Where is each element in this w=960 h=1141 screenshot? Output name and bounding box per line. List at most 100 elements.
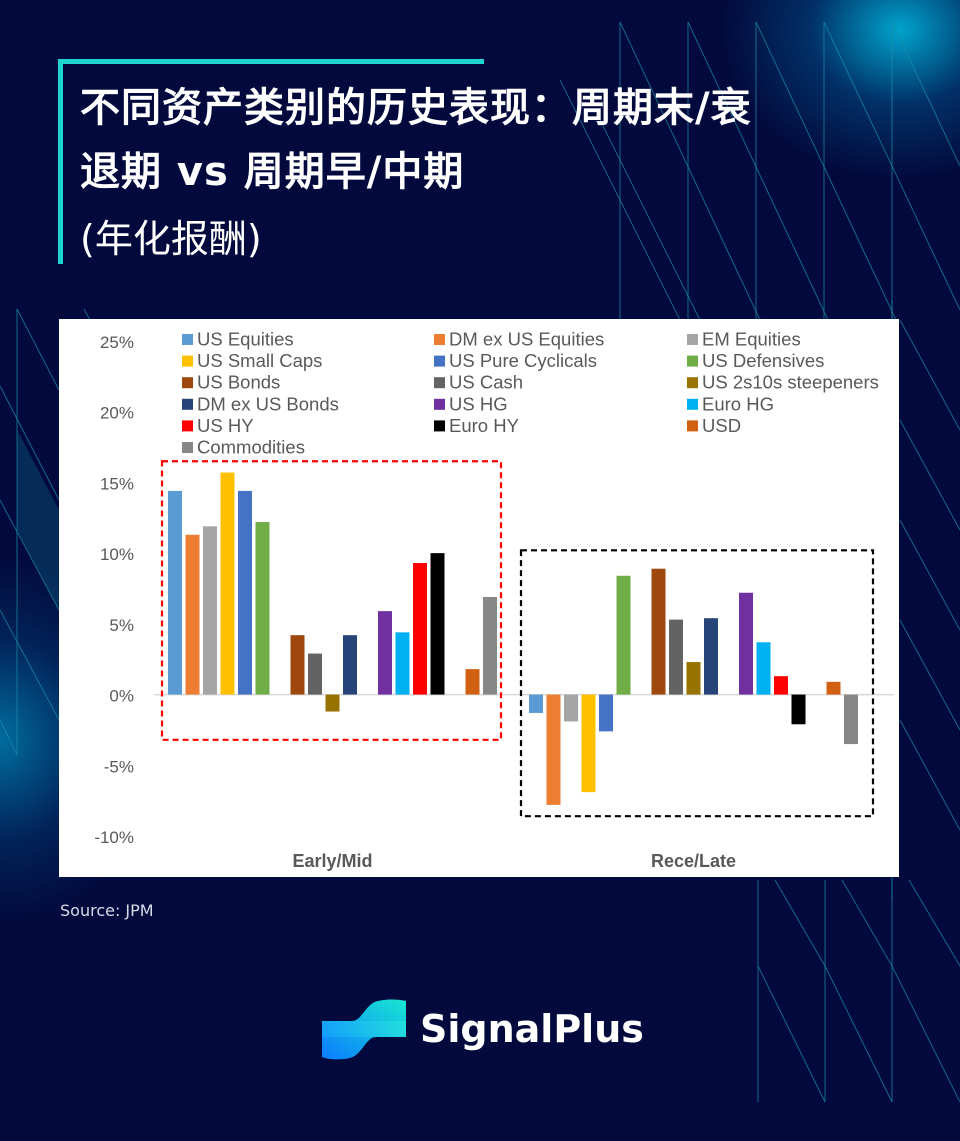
bar-usd <box>465 669 480 695</box>
legend-label: Euro HY <box>449 415 519 436</box>
legend-label: EM Equities <box>702 329 801 350</box>
legend-swatch <box>687 398 698 410</box>
legend-label: US Pure Cyclicals <box>449 350 597 371</box>
bar-commodities <box>844 694 858 745</box>
legend-item: EM Equities <box>687 329 801 350</box>
bar-us-hg <box>378 611 392 695</box>
bar-commodities <box>483 596 497 695</box>
bar-us-small-caps <box>220 472 235 695</box>
bar-group-early-mid <box>168 472 497 712</box>
legend-item: Euro HG <box>687 393 774 414</box>
bar-us-small-caps <box>581 694 596 793</box>
legend-item: US HY <box>182 415 254 436</box>
page-subtitle: (年化报酬) <box>80 217 262 261</box>
legend-item: Euro HY <box>434 415 519 436</box>
x-category-label: Rece/Late <box>651 851 736 871</box>
bar-usd <box>826 681 841 695</box>
bar-euro-hg <box>756 642 771 695</box>
bar-us-bonds <box>290 635 305 695</box>
legend-label: US Defensives <box>702 350 824 371</box>
legend-item: US 2s10s steepeners <box>687 372 879 393</box>
bar-dm-ex-us-equities <box>546 694 561 805</box>
y-tick-label: 0% <box>109 687 134 706</box>
legend-label: US Small Caps <box>197 350 322 371</box>
chart-card: 25% 20% 15% 10% 5% 0% -5% -10% Early/Mid Rece/La… <box>59 319 899 877</box>
legend-swatch <box>182 334 193 345</box>
y-tick-label: -5% <box>104 757 134 776</box>
legend-swatch <box>182 442 193 453</box>
title-line-1: 不同资产类别的历史表现：周期末/衰 <box>80 85 752 131</box>
legend-label: DM ex US Bonds <box>197 393 339 414</box>
x-category-label: Early/Mid <box>292 851 372 871</box>
y-axis: 25% 20% 15% 10% 5% 0% -5% -10% <box>94 333 134 847</box>
legend-swatch <box>182 377 193 389</box>
bar-euro-hy <box>430 553 445 695</box>
legend-label: Commodities <box>197 437 305 458</box>
legend: US Equities DM ex US Equities EM EquitiesU… <box>182 329 879 458</box>
legend-label: USD <box>702 415 741 436</box>
bar-us-defensives <box>255 522 270 695</box>
legend-item: DM ex US Equities <box>434 329 604 350</box>
legend-swatch <box>687 334 698 345</box>
bar-em-equities <box>203 526 217 695</box>
bar-dm-ex-us-bonds <box>343 635 357 695</box>
source-note: Source: JPM <box>60 901 154 920</box>
legend-swatch <box>434 398 445 410</box>
bar-chart: 25% 20% 15% 10% 5% 0% -5% -10% Early/Mid Rece/La… <box>94 329 894 871</box>
bar-us-hg <box>739 592 753 695</box>
legend-label: US Bonds <box>197 372 280 393</box>
legend-swatch <box>434 377 445 389</box>
y-tick-label: -10% <box>94 828 134 847</box>
bar-euro-hg <box>395 632 410 695</box>
legend-swatch <box>687 420 698 432</box>
bar-us-hy <box>413 563 427 695</box>
legend-item: US Cash <box>434 372 523 393</box>
bar-dm-ex-us-equities <box>185 534 200 695</box>
title-line-2: 退期 vs 周期早/中期 <box>80 149 465 195</box>
bar-us-2s10s-steepeners <box>686 662 701 695</box>
y-tick-label: 10% <box>100 545 134 564</box>
signalplus-logo-icon <box>322 999 406 1060</box>
bar-us-2s10s-steepeners <box>325 694 340 712</box>
bar-us-cash <box>308 653 322 695</box>
page-title: 不同资产类别的历史表现：周期末/衰 退期 vs 周期早/中期 <box>80 76 900 204</box>
legend-item: DM ex US Bonds <box>182 393 339 414</box>
legend-label: Euro HG <box>702 393 774 414</box>
legend-item: US Equities <box>182 329 294 350</box>
legend-item: US Defensives <box>687 350 824 371</box>
bar-group-rece-late <box>529 568 858 805</box>
bar-us-cash <box>669 619 683 695</box>
bar-us-bonds <box>651 568 666 695</box>
legend-swatch <box>182 355 193 367</box>
y-tick-label: 25% <box>100 333 134 352</box>
legend-item: Commodities <box>182 437 305 458</box>
legend-label: DM ex US Equities <box>449 329 604 350</box>
bar-us-pure-cyclicals <box>599 694 613 732</box>
bars <box>168 472 858 805</box>
y-tick-label: 15% <box>100 474 134 493</box>
bar-us-defensives <box>616 575 631 695</box>
y-tick-label: 20% <box>100 404 134 423</box>
x-axis-labels: Early/Mid Rece/Late <box>292 851 736 871</box>
bar-em-equities <box>564 694 578 722</box>
legend-item: US Small Caps <box>182 350 322 371</box>
legend-item: USD <box>687 415 741 436</box>
legend-label: US 2s10s steepeners <box>702 372 879 393</box>
legend-swatch <box>182 420 193 432</box>
bar-euro-hy <box>791 694 806 725</box>
bar-us-equities <box>529 694 543 713</box>
bar-dm-ex-us-bonds <box>704 618 718 695</box>
legend-item: US Pure Cyclicals <box>434 350 597 371</box>
brand-name: SignalPlus <box>420 1007 644 1051</box>
brand-logo: SignalPlus <box>322 996 644 1062</box>
legend-item: US Bonds <box>182 372 280 393</box>
legend-label: US HY <box>197 415 254 436</box>
legend-item: US HG <box>434 393 508 414</box>
legend-swatch <box>182 398 193 410</box>
legend-label: US Equities <box>197 329 294 350</box>
bar-us-equities <box>168 490 182 695</box>
legend-swatch <box>434 334 445 345</box>
legend-swatch <box>687 355 698 367</box>
legend-label: US Cash <box>449 372 523 393</box>
y-tick-label: 5% <box>109 616 134 635</box>
